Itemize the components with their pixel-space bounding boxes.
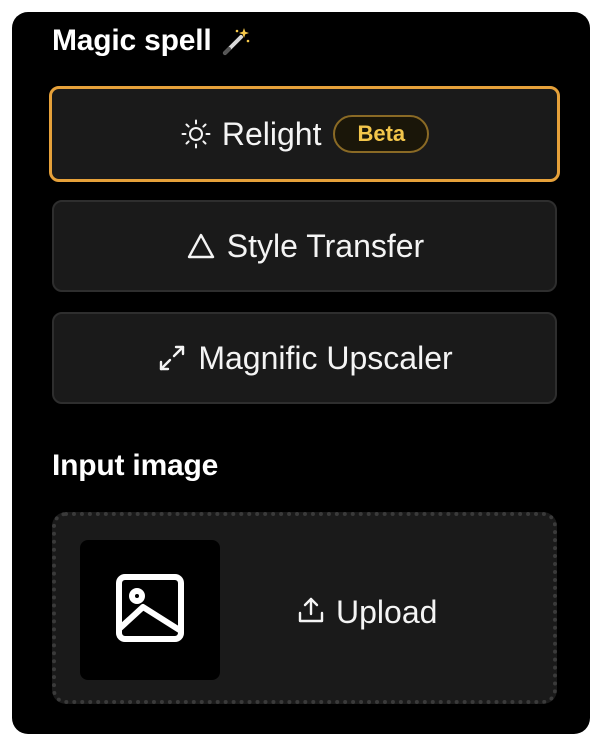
style-transfer-button[interactable]: Style Transfer: [52, 200, 557, 292]
beta-badge: Beta: [333, 115, 430, 153]
triangle-icon: [185, 230, 217, 262]
magnific-upscaler-button[interactable]: Magnific Upscaler: [52, 312, 557, 404]
upload-button[interactable]: Upload: [296, 588, 437, 636]
relight-button[interactable]: Relight Beta: [49, 86, 560, 182]
magic-spell-panel: Magic spell Relight Beta Style Transfer …: [12, 12, 590, 734]
input-image-heading: Input image: [52, 449, 218, 483]
magic-spell-heading: Magic spell: [52, 24, 252, 58]
upload-label: Upload: [336, 593, 438, 630]
upload-icon: [296, 595, 326, 630]
style-transfer-label: Style Transfer: [226, 227, 425, 264]
image-icon: [115, 573, 185, 648]
input-image-title: Input image: [52, 449, 219, 482]
magic-wand-icon: [220, 25, 252, 57]
magic-spell-title: Magic spell: [52, 24, 212, 57]
relight-label: Relight: [221, 115, 322, 152]
image-dropzone[interactable]: Upload: [52, 512, 557, 704]
magnific-upscaler-label: Magnific Upscaler: [198, 339, 453, 376]
image-placeholder: [80, 540, 220, 680]
sun-icon: [180, 118, 212, 150]
expand-arrows-icon: [156, 342, 188, 374]
